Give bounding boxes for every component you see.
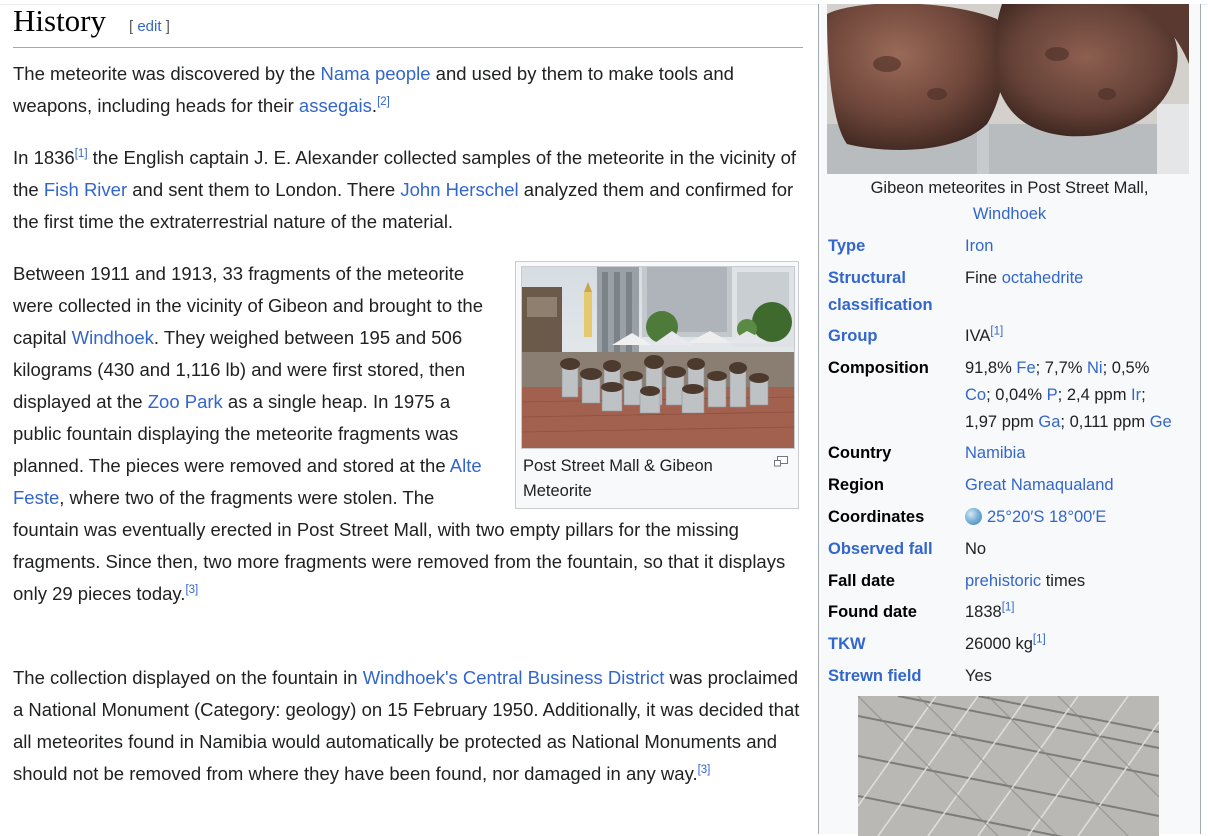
link-windhoek[interactable]: Windhoek <box>72 327 154 348</box>
link-co[interactable]: Co <box>965 386 986 404</box>
value-group: IVA[1] <box>965 325 1004 345</box>
value-fall-date: prehistoric times <box>965 572 1086 590</box>
found-date-citation[interactable]: [1] <box>1002 602 1015 614</box>
globe-icon[interactable] <box>965 508 982 525</box>
label-coordinates: Coordinates <box>828 508 925 526</box>
link-ga[interactable]: Ga <box>1038 413 1060 431</box>
link-assegais[interactable]: assegais <box>299 95 372 116</box>
label-strewn-field[interactable]: Strewn field <box>828 663 956 690</box>
section-title: History <box>13 3 106 38</box>
tkw-citation[interactable]: [1] <box>1033 634 1046 646</box>
article-content: History [ edit ] The meteorite was disco… <box>13 0 803 784</box>
edit-section: [ edit ] <box>129 18 170 35</box>
value-observed-fall: No <box>965 540 987 558</box>
label-found-date: Found date <box>828 603 917 621</box>
row-structural-classification: Structural classification Fine octahedri… <box>828 265 1198 319</box>
label-group[interactable]: Group <box>828 323 956 350</box>
link-nama-people[interactable]: Nama people <box>320 63 430 84</box>
label-structural-classification[interactable]: Structural classification <box>828 265 956 319</box>
paragraph-monument: The collection displayed on the fountain… <box>13 667 800 784</box>
link-p[interactable]: P <box>1047 386 1058 404</box>
value-composition: 91,8% Fe; 7,7% Ni; 0,5% Co; 0,04% P; 2,4… <box>965 359 1172 431</box>
link-windhoek-cbd[interactable]: Windhoek's Central Business District <box>363 667 665 688</box>
post-street-mall-photo[interactable] <box>521 266 795 449</box>
value-type[interactable]: Iron <box>965 233 1195 260</box>
link-ge[interactable]: Ge <box>1150 413 1172 431</box>
label-region: Region <box>828 476 884 494</box>
label-type[interactable]: Type <box>828 233 956 260</box>
enlarge-icon[interactable] <box>774 456 788 467</box>
link-fish-river[interactable]: Fish River <box>44 179 127 200</box>
value-strewn-field: Yes <box>965 667 992 685</box>
value-structural: Fine octahedrite <box>965 269 1084 287</box>
paragraph-fragments-wrap: Post Street Mall & Gibeon Meteorite Betw… <box>13 258 803 610</box>
label-composition: Composition <box>828 359 929 377</box>
label-fall-date: Fall date <box>828 572 895 590</box>
paragraph-discovery: The meteorite was discovered by the Nama… <box>13 63 734 116</box>
citation-1[interactable]: [1] <box>75 148 88 160</box>
infobox: Gibeon meteorites in Post Street Mall, Wi… <box>818 4 1201 836</box>
citation-3b[interactable]: [3] <box>698 764 711 776</box>
infobox-caption: Gibeon meteorites in Post Street Mall, Wi… <box>870 179 1149 223</box>
value-country[interactable]: Namibia <box>965 440 1195 467</box>
section-heading: History [ edit ] <box>13 0 803 48</box>
value-region[interactable]: Great Namaqualand <box>965 472 1195 499</box>
infobox-widmanstatten-photo[interactable] <box>858 696 1159 836</box>
thumbnail-post-street-mall: Post Street Mall & Gibeon Meteorite <box>515 261 799 509</box>
row-composition: Composition 91,8% Fe; 7,7% Ni; 0,5% Co; … <box>828 355 1198 436</box>
citation-2[interactable]: [2] <box>377 96 390 108</box>
caption-link-windhoek[interactable]: Windhoek <box>973 205 1046 223</box>
thumbnail-caption: Post Street Mall & Gibeon Meteorite <box>523 457 713 500</box>
label-observed-fall[interactable]: Observed fall <box>828 536 956 563</box>
citation-3[interactable]: [3] <box>185 584 198 596</box>
paragraph-1836: In 1836[1] the English captain J. E. Ale… <box>13 147 797 232</box>
infobox-meteorite-photo[interactable] <box>827 4 1189 174</box>
group-citation[interactable]: [1] <box>990 326 1003 338</box>
link-ir[interactable]: Ir <box>1131 386 1141 404</box>
edit-link[interactable]: edit <box>137 18 161 35</box>
link-zoo-park[interactable]: Zoo Park <box>148 391 223 412</box>
link-prehistoric[interactable]: prehistoric <box>965 572 1041 590</box>
label-country: Country <box>828 444 892 462</box>
link-octahedrite[interactable]: octahedrite <box>1002 269 1084 287</box>
link-ni[interactable]: Ni <box>1087 359 1103 377</box>
label-tkw[interactable]: TKW <box>828 631 956 658</box>
value-coordinates: 25°20′S 18°00′E <box>965 504 1195 531</box>
coordinates-link[interactable]: 25°20′S 18°00′E <box>987 508 1106 526</box>
value-found-date: 1838[1] <box>965 601 1015 621</box>
value-tkw: 26000 kg[1] <box>965 633 1046 653</box>
link-fe[interactable]: Fe <box>1016 359 1035 377</box>
link-john-herschel[interactable]: John Herschel <box>400 179 518 200</box>
